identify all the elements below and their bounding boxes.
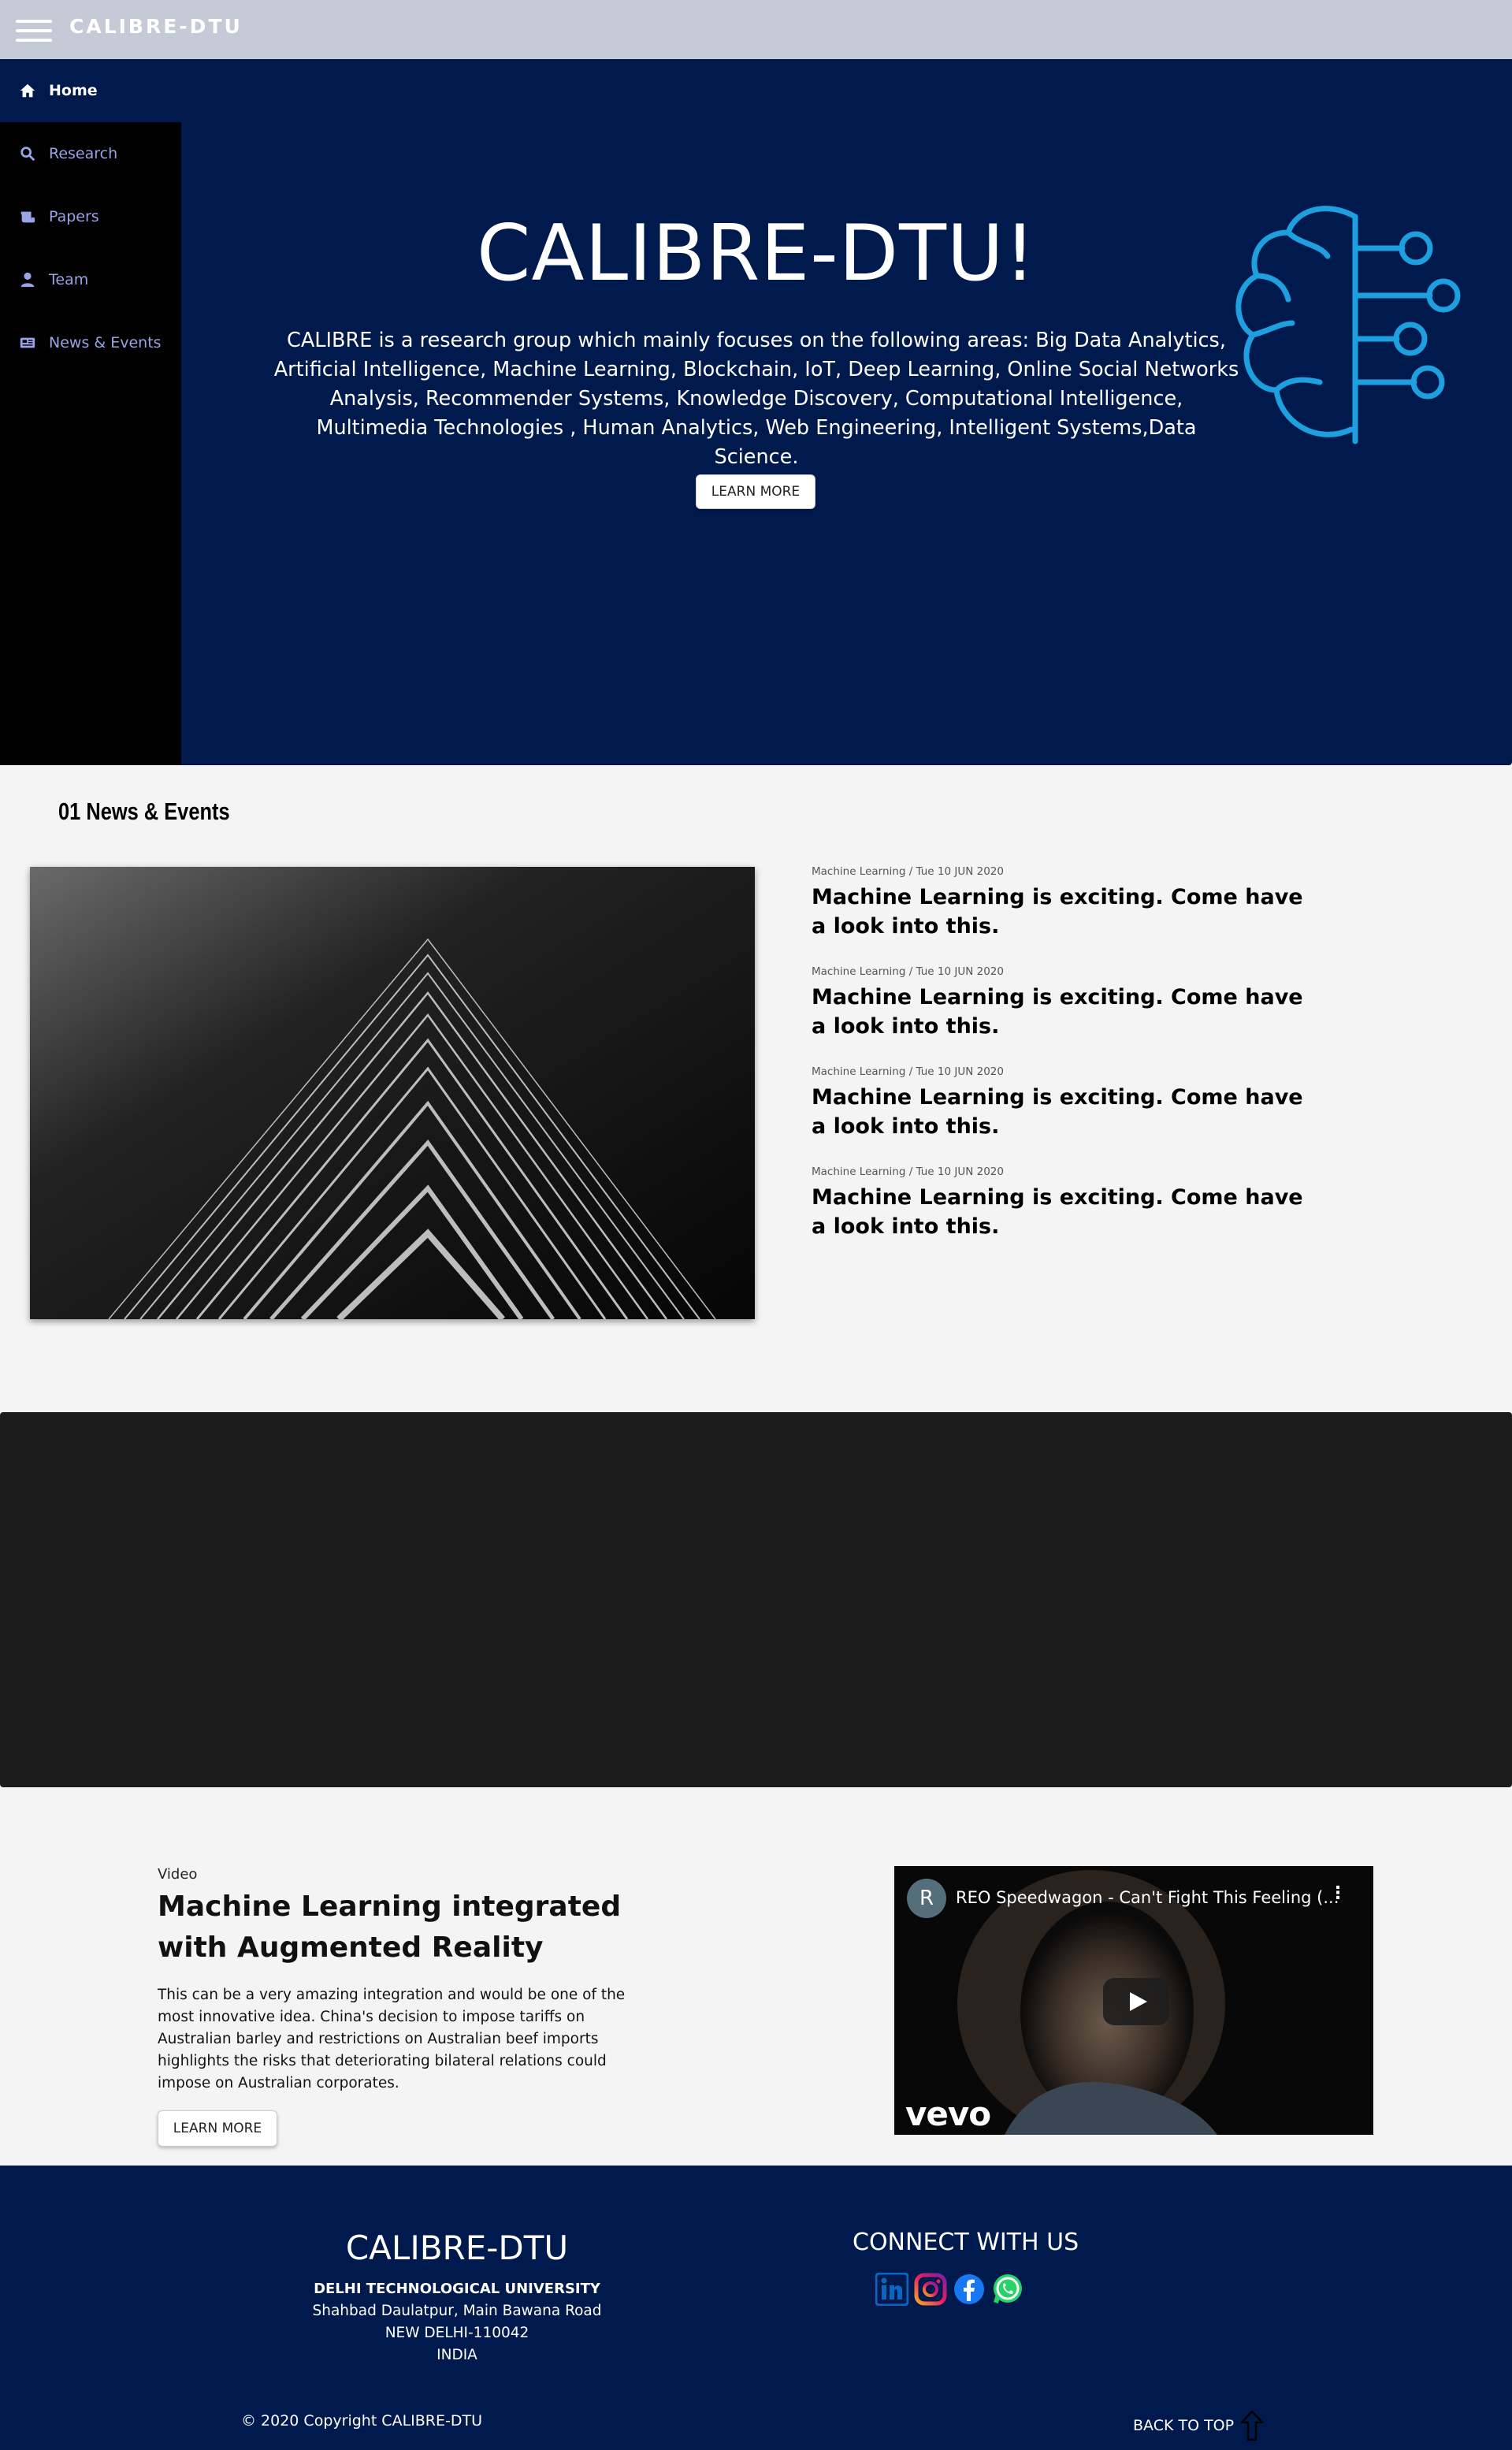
footer [0,2166,1512,2450]
news-section-heading: 01 News & Events [58,797,230,825]
news-item-meta: Machine Learning / Tue 10 JUN 2020 [812,965,1004,978]
linkedin-icon[interactable] [875,2272,909,2307]
hero-learn-more-button[interactable]: LEARN MORE [696,474,815,509]
news-item-title[interactable]: Machine Learning is exciting. Come have … [812,1083,1316,1141]
whatsapp-icon[interactable] [991,2273,1024,2306]
play-icon[interactable] [1103,1978,1169,2025]
sidebar: Home Research Papers Team News & Events [0,59,181,765]
footer-address-line2: NEW DELHI-110042 [385,2325,529,2341]
arrow-up-icon [1240,2410,1264,2441]
search-icon [19,145,36,162]
footer-address-line1: Shahbad Daulatpur, Main Bawana Road [312,2303,602,2319]
news-item-title[interactable]: Machine Learning is exciting. Come have … [812,1183,1316,1241]
newspaper-icon [19,334,36,351]
news-featured-image[interactable] [30,867,755,1319]
sidebar-item-label: News & Events [49,334,162,351]
footer-copyright: © 2020 Copyright CALIBRE-DTU [241,2412,483,2430]
more-options-icon[interactable]: ⋮ [1329,1883,1347,1903]
back-to-top-label: BACK TO TOP [1133,2417,1235,2434]
site-brand[interactable]: CALIBRE-DTU [69,15,243,38]
news-item-title[interactable]: Machine Learning is exciting. Come have … [812,983,1316,1041]
brain-circuit-icon [1225,197,1462,465]
channel-avatar[interactable]: R [907,1879,946,1918]
footer-university: DELHI TECHNOLOGICAL UNIVERSITY [314,2281,600,2297]
news-item-title[interactable]: Machine Learning is exciting. Come have … [812,883,1316,941]
news-item-meta: Machine Learning / Tue 10 JUN 2020 [812,865,1004,878]
dark-banner [0,1412,1512,1787]
scroll-icon [19,208,36,225]
footer-country: INDIA [437,2347,477,2363]
back-to-top-link[interactable]: BACK TO TOP [1133,2410,1264,2441]
sidebar-item-label: Papers [49,208,99,225]
sidebar-item-label: Home [49,82,98,99]
sidebar-item-label: Research [49,145,118,162]
home-icon [19,82,36,99]
sidebar-item-news-events[interactable]: News & Events [0,311,181,374]
video-section-description: This can be a very amazing integration a… [158,1987,626,2091]
top-bar: CALIBRE-DTU [0,0,1512,59]
footer-connect-heading: CONNECT WITH US [853,2229,1079,2256]
news-item[interactable]: Machine Learning / Tue 10 JUN 2020 Machi… [812,865,1316,941]
video-learn-more-button[interactable]: LEARN MORE [158,2110,277,2147]
instagram-icon[interactable] [914,2273,947,2306]
video-section-title: Machine Learning integrated with Augment… [158,1890,622,1964]
video-title[interactable]: REO Speedwagon - Can't Fight This Feelin… [956,1888,1339,1907]
user-icon [19,271,36,288]
news-item[interactable]: Machine Learning / Tue 10 JUN 2020 Machi… [812,1065,1316,1141]
hero-description: CALIBRE is a research group which mainly… [273,329,1239,469]
sidebar-item-papers[interactable]: Papers [0,185,181,248]
footer-brand: CALIBRE-DTU [345,2229,569,2267]
sidebar-item-home[interactable]: Home [0,59,181,122]
vevo-logo: vevo [905,2095,991,2133]
facebook-icon[interactable] [953,2273,986,2306]
news-item[interactable]: Machine Learning / Tue 10 JUN 2020 Machi… [812,1166,1316,1241]
news-item-meta: Machine Learning / Tue 10 JUN 2020 [812,1065,1004,1078]
sidebar-item-research[interactable]: Research [0,122,181,185]
video-section-label: Video [158,1866,198,1883]
news-item-meta: Machine Learning / Tue 10 JUN 2020 [812,1166,1004,1178]
news-item[interactable]: Machine Learning / Tue 10 JUN 2020 Machi… [812,965,1316,1041]
hero-title: CALIBRE-DTU! [477,209,1036,299]
sidebar-item-label: Team [49,271,89,288]
video-player[interactable]: R REO Speedwagon - Can't Fight This Feel… [894,1866,1373,2135]
hamburger-menu-icon[interactable] [16,20,52,42]
sidebar-item-team[interactable]: Team [0,248,181,311]
